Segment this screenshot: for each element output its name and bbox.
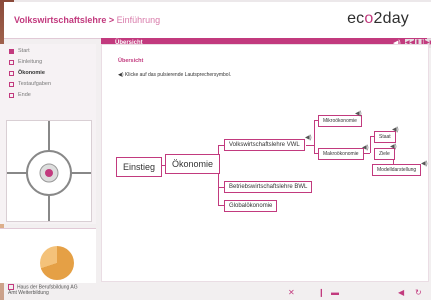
speaker-icon[interactable]: ◀) <box>305 134 312 141</box>
instruction-text: ◀) Klicke auf das pulsierende Lautsprech… <box>118 72 231 78</box>
sidebar-item-label: Testaufgaben <box>18 81 52 87</box>
node-global[interactable]: Globalökonomie <box>224 200 278 212</box>
header-bar: Volkswirtschaftslehre > Einführung eco2d… <box>4 2 431 39</box>
breadcrumb-main[interactable]: Volkswirtschaftslehre <box>14 15 106 25</box>
prev-icon[interactable]: ◀ <box>398 288 404 297</box>
sidebar-item-ende[interactable]: Ende <box>9 91 96 99</box>
sidebar-item-label: Ende <box>18 92 31 98</box>
sidebar-item-oekonomie[interactable]: Ökonomie <box>9 69 96 77</box>
connector-line <box>314 120 315 153</box>
eco2day-logo: eco2day <box>347 10 409 28</box>
sidebar-item-start[interactable]: Start <box>9 47 96 55</box>
speaker-icon: ◀) <box>118 72 125 78</box>
print-icon[interactable]: ▬ <box>331 288 339 297</box>
footer-line: Amt Weiterbildung <box>8 290 49 297</box>
sidebar-item-testaufgaben[interactable]: Testaufgaben <box>9 80 96 88</box>
info-icon[interactable]: ❙ <box>318 288 325 297</box>
breadcrumb-separator: > <box>106 15 117 25</box>
speaker-icon[interactable]: ◀) <box>390 143 397 150</box>
close-icon[interactable]: ✕ <box>288 288 295 297</box>
checkbox-icon <box>9 48 14 54</box>
sidebar-item-einleitung[interactable]: Einleitung <box>9 58 96 66</box>
refresh-icon[interactable]: ↻ <box>415 288 422 297</box>
progress-pie-icon <box>40 246 74 280</box>
logo-part: o <box>364 10 374 27</box>
sidebar-item-label: Ökonomie <box>18 70 45 76</box>
connector-line <box>306 145 314 146</box>
node-vwl[interactable]: Volkswirtschaftslehre VWL <box>224 139 305 151</box>
instruction-label: Klicke auf das pulsierende Lautsprechers… <box>124 72 232 78</box>
section-title: Übersicht <box>118 58 144 64</box>
node-bwl[interactable]: Betriebswirtschaftslehre BWL <box>224 181 313 193</box>
checkbox-icon <box>8 284 14 290</box>
connector-line <box>370 136 371 153</box>
node-einstieg[interactable]: Einstieg <box>116 157 163 177</box>
speaker-icon[interactable]: ◀) <box>392 126 399 133</box>
connector-line <box>364 153 370 154</box>
breadcrumb-sub[interactable]: Einführung <box>117 15 161 25</box>
footer-credit: Haus der Berufsbildung AG Amt Weiterbild… <box>8 284 78 296</box>
checkbox-icon <box>9 81 14 87</box>
logo-part: 2day <box>373 10 409 27</box>
checkbox-icon <box>9 59 14 65</box>
speaker-icon[interactable]: ◀) <box>355 110 362 117</box>
speaker-icon[interactable]: ◀) <box>421 160 428 167</box>
breadcrumb: Volkswirtschaftslehre > Einführung <box>14 15 160 25</box>
checkbox-icon <box>9 92 14 98</box>
sidebar-item-label: Einleitung <box>18 59 43 65</box>
node-makro[interactable]: Makroökonomie <box>318 148 364 160</box>
checkbox-icon <box>9 70 14 76</box>
node-modell[interactable]: Modelldarstellung <box>372 164 422 176</box>
node-oekonomie[interactable]: Ökonomie <box>165 154 221 174</box>
roundabout-illustration <box>6 120 92 222</box>
sidebar-item-label: Start <box>18 48 30 54</box>
speaker-icon[interactable]: ◀) <box>362 144 369 151</box>
logo-part: ec <box>347 10 365 27</box>
